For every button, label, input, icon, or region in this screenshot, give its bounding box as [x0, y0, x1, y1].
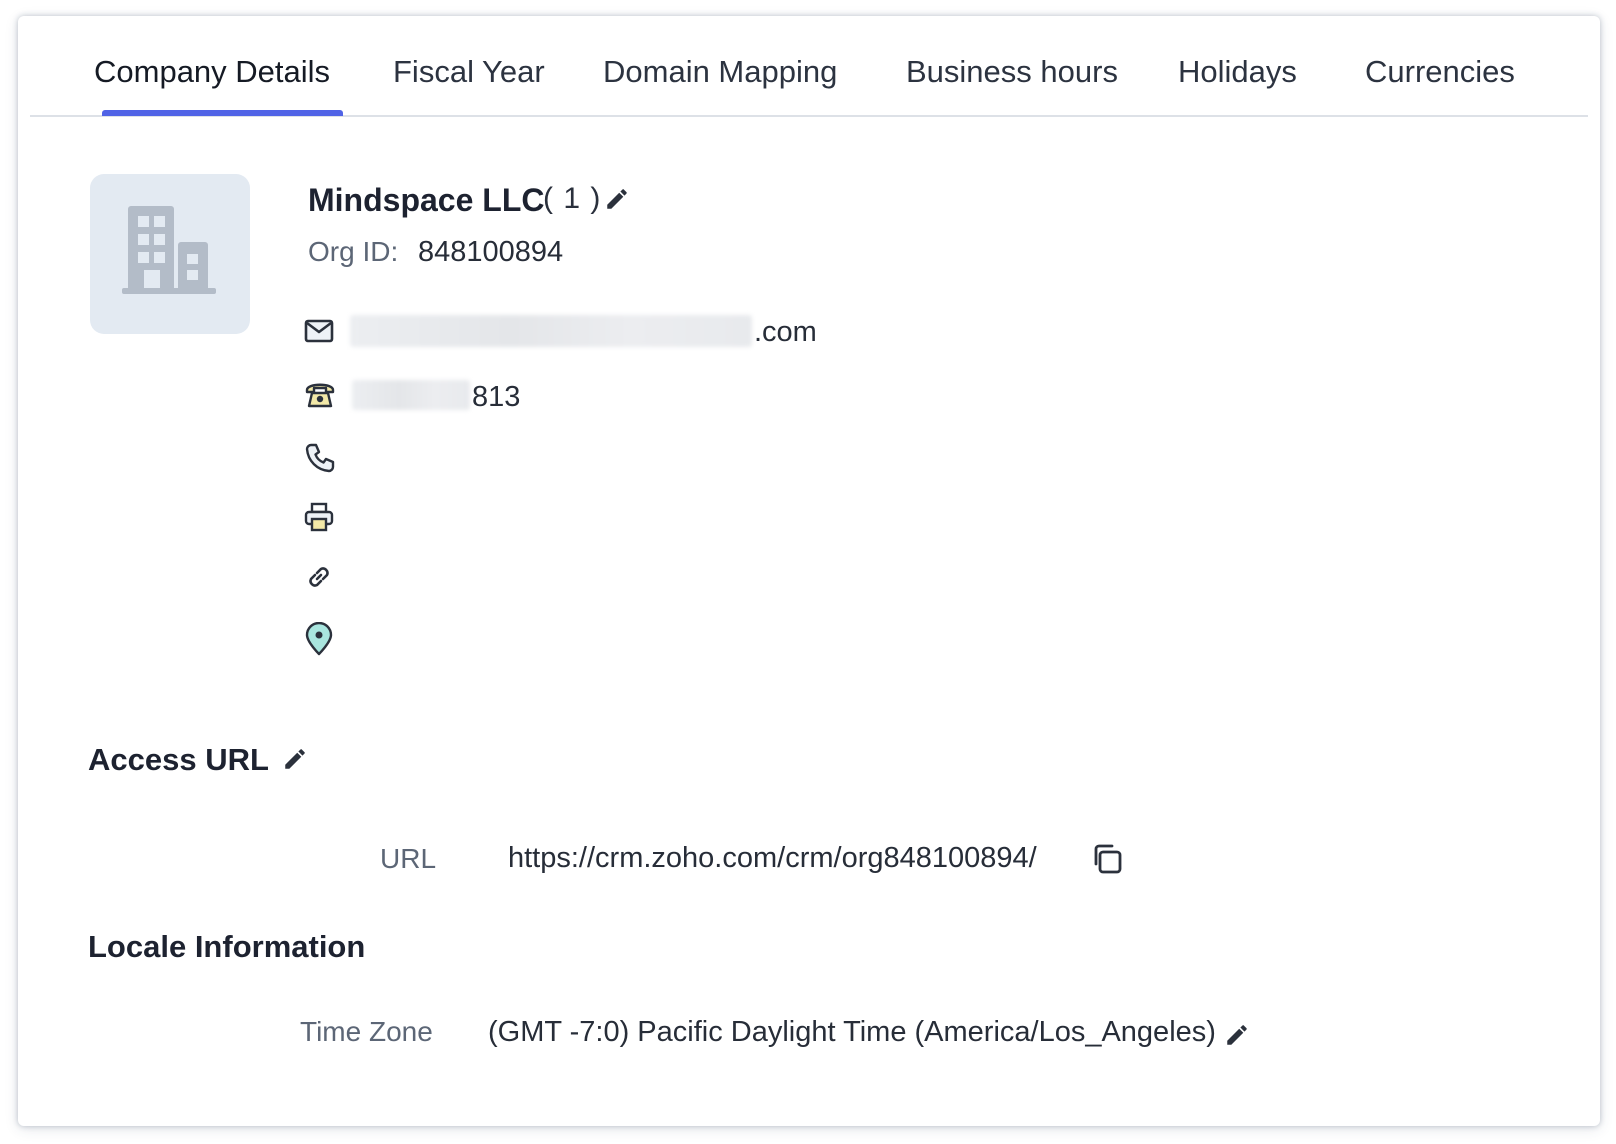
website-link-icon [309, 567, 329, 587]
telephone-icon [305, 383, 335, 408]
mail-icon [304, 319, 334, 343]
settings-tabs: Company Details Fiscal Year Domain Mappi… [30, 16, 1588, 117]
tab-currencies[interactable]: Currencies [1365, 52, 1515, 92]
edit-access-url-pencil-icon[interactable] [282, 746, 308, 772]
location-pin-icon [305, 622, 333, 656]
url-label: URL [380, 843, 437, 874]
fax-printer-icon [304, 502, 334, 532]
company-name: Mindspace LLC [308, 182, 545, 218]
email-redacted [350, 315, 752, 347]
company-settings-card: Company Details Fiscal Year Domain Mappi… [18, 16, 1600, 1126]
tab-holidays[interactable]: Holidays [1178, 52, 1297, 92]
url-value[interactable]: https://crm.zoho.com/crm/org848100894/ [508, 842, 1037, 875]
active-tab-indicator [102, 110, 343, 116]
org-id-value: 848100894 [418, 236, 564, 268]
access-url-title: Access URL [88, 742, 269, 777]
tab-company-details[interactable]: Company Details [94, 52, 330, 92]
tab-domain-mapping[interactable]: Domain Mapping [603, 52, 837, 92]
copy-url-icon[interactable] [1090, 842, 1124, 876]
company-logo[interactable] [90, 174, 250, 334]
company-count: ( 1 ) [543, 182, 602, 215]
tab-fiscal-year[interactable]: Fiscal Year [393, 52, 545, 92]
phone-redacted [352, 380, 470, 410]
time-zone-label: Time Zone [300, 1016, 433, 1047]
email-value[interactable]: .com [754, 316, 817, 349]
edit-time-zone-pencil-icon[interactable] [1224, 1022, 1250, 1048]
tab-business-hours[interactable]: Business hours [906, 52, 1118, 92]
org-id-label: Org ID: [308, 236, 399, 267]
mobile-phone-icon [305, 443, 335, 473]
building-icon [122, 206, 216, 294]
phone-value[interactable]: 813 [472, 381, 520, 414]
edit-company-pencil-icon[interactable] [604, 186, 630, 212]
time-zone-value: (GMT -7:0) Pacific Daylight Time (Americ… [488, 1016, 1216, 1048]
locale-information-title: Locale Information [88, 929, 366, 964]
